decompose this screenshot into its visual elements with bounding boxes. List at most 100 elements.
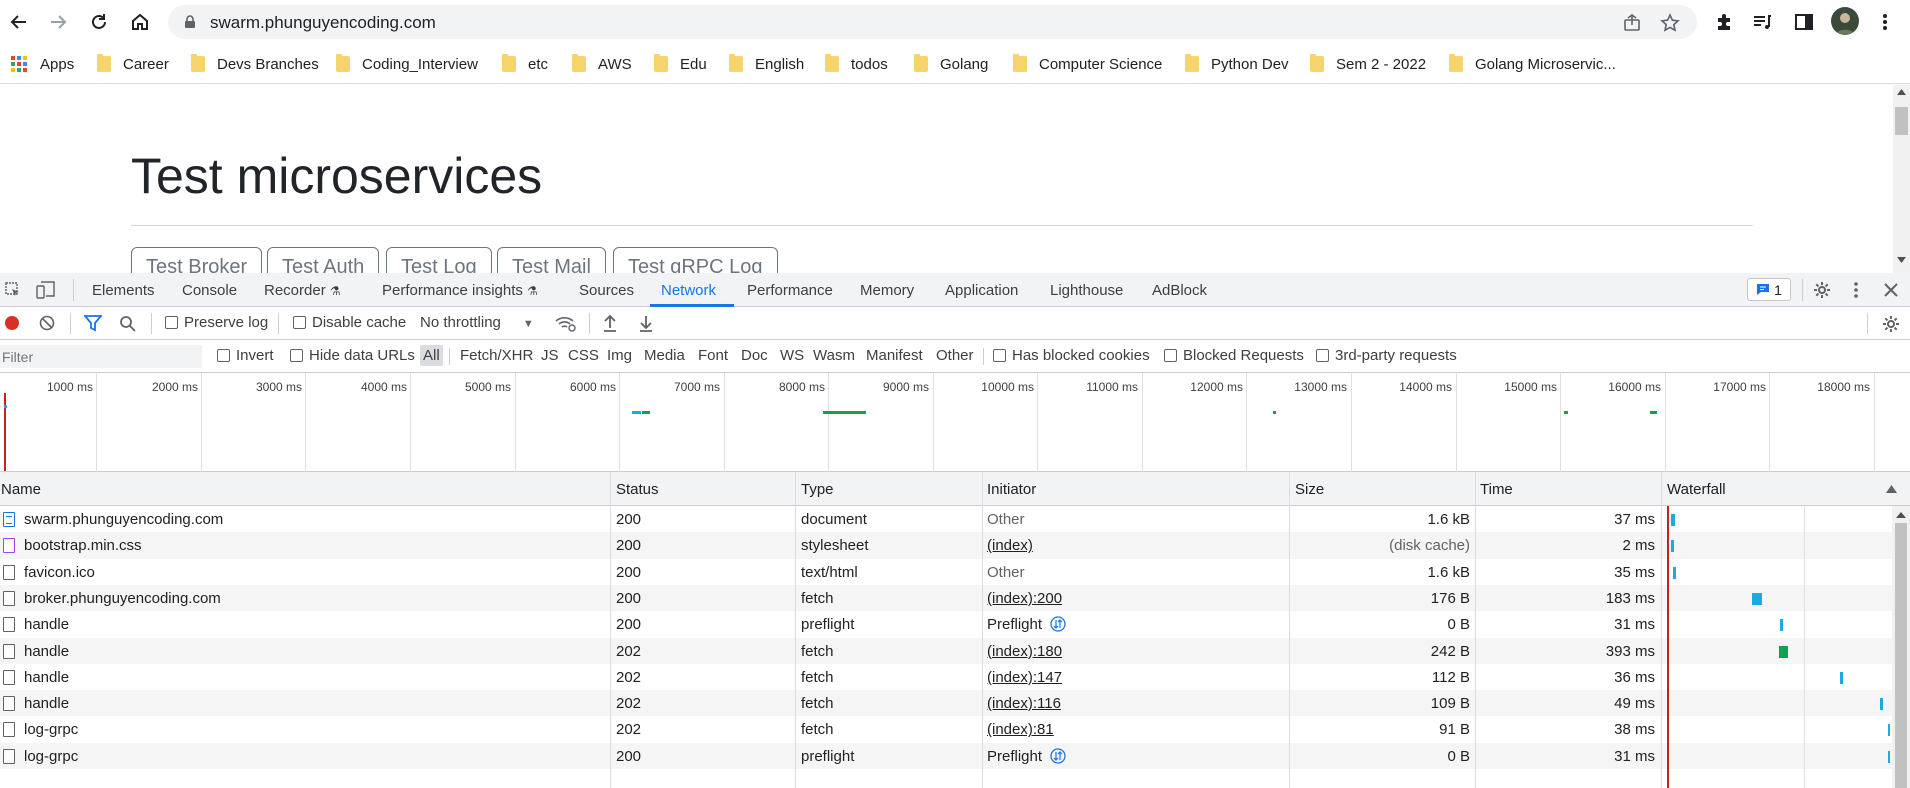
initiator-cell[interactable]: (index):116 bbox=[987, 695, 1061, 712]
table-row[interactable]: handle 202 fetch (index):116 109 B 49 ms bbox=[0, 690, 1892, 717]
network-conditions-icon[interactable] bbox=[555, 315, 577, 332]
bookmark-folder[interactable]: Python Dev bbox=[1185, 52, 1289, 76]
table-row[interactable]: handle 202 fetch (index):147 112 B 36 ms bbox=[0, 664, 1892, 690]
search-icon[interactable] bbox=[119, 315, 136, 332]
bookmark-folder[interactable]: Career bbox=[97, 52, 169, 76]
bookmark-folder[interactable]: Edu bbox=[654, 52, 707, 76]
column-divider[interactable] bbox=[610, 472, 611, 788]
profile-avatar[interactable] bbox=[1831, 7, 1859, 35]
tab-application[interactable]: Application bbox=[945, 282, 1018, 299]
tab-console[interactable]: Console bbox=[182, 282, 237, 299]
export-har-icon[interactable] bbox=[638, 314, 654, 332]
name-cell[interactable]: favicon.ico bbox=[24, 564, 95, 581]
bookmark-folder[interactable]: Golang Microservic... bbox=[1449, 52, 1616, 76]
network-settings-gear-icon[interactable] bbox=[1882, 315, 1900, 333]
test-grpc-log-button[interactable]: Test gRPC Log bbox=[613, 247, 778, 273]
tab-sources[interactable]: Sources bbox=[579, 282, 634, 299]
hide-data-urls-checkbox[interactable]: Hide data URLs bbox=[290, 347, 415, 364]
clear-icon[interactable] bbox=[39, 315, 55, 331]
name-cell[interactable]: log-grpc bbox=[24, 748, 78, 765]
preflight-icon[interactable] bbox=[1050, 616, 1066, 632]
column-header-time[interactable]: Time bbox=[1480, 481, 1513, 498]
bookmark-folder[interactable]: Coding_Interview bbox=[336, 52, 478, 76]
filter-type-img[interactable]: Img bbox=[607, 347, 632, 364]
scrollbar-thumb[interactable] bbox=[1895, 523, 1907, 788]
bookmark-apps[interactable]: Apps bbox=[10, 52, 74, 76]
column-header-name[interactable]: Name bbox=[1, 481, 41, 498]
initiator-cell[interactable]: (index) bbox=[987, 537, 1033, 554]
name-cell[interactable]: handle bbox=[24, 695, 69, 712]
tab-elements[interactable]: Elements bbox=[92, 282, 155, 299]
bookmark-folder[interactable]: Sem 2 - 2022 bbox=[1310, 52, 1426, 76]
column-header-initiator[interactable]: Initiator bbox=[987, 481, 1036, 498]
initiator-cell[interactable]: (index):180 bbox=[987, 643, 1062, 660]
name-cell[interactable]: handle bbox=[24, 643, 69, 660]
name-cell[interactable]: handle bbox=[24, 669, 69, 686]
filter-type-all[interactable]: All bbox=[420, 345, 443, 366]
issues-badge[interactable]: 1 bbox=[1747, 278, 1791, 301]
name-cell[interactable]: broker.phunguyencoding.com bbox=[24, 590, 221, 607]
back-button[interactable] bbox=[6, 7, 32, 37]
device-toolbar-icon[interactable] bbox=[36, 281, 56, 299]
tab-recorder[interactable]: Recorder ⚗ bbox=[264, 282, 341, 299]
preserve-log-checkbox[interactable]: Preserve log bbox=[165, 314, 268, 331]
tab-network[interactable]: Network bbox=[661, 282, 716, 299]
table-row[interactable]: log-grpc 202 fetch (index):81 91 B 38 ms bbox=[0, 716, 1892, 742]
name-cell[interactable]: swarm.phunguyencoding.com bbox=[24, 511, 223, 528]
address-bar[interactable]: swarm.phunguyencoding.com bbox=[168, 5, 1697, 39]
scroll-up-icon[interactable] bbox=[1897, 89, 1906, 95]
table-row[interactable]: handle 202 fetch (index):180 242 B 393 ms bbox=[0, 637, 1892, 664]
network-overview-timeline[interactable]: 1000 ms 2000 ms 3000 ms 4000 ms 5000 ms … bbox=[0, 373, 1910, 472]
settings-gear-icon[interactable] bbox=[1813, 281, 1831, 299]
filter-type-css[interactable]: CSS bbox=[568, 347, 599, 364]
test-auth-button[interactable]: Test Auth bbox=[267, 247, 380, 273]
record-icon[interactable] bbox=[4, 315, 20, 331]
filter-type-js[interactable]: JS bbox=[541, 347, 559, 364]
tab-adblock[interactable]: AdBlock bbox=[1152, 282, 1207, 299]
home-button[interactable] bbox=[127, 7, 153, 37]
bookmark-folder[interactable]: Computer Science bbox=[1013, 52, 1162, 76]
name-cell[interactable]: bootstrap.min.css bbox=[24, 537, 142, 554]
bookmark-folder[interactable]: AWS bbox=[572, 52, 632, 76]
table-row[interactable]: log-grpc 200 preflight Preflight 0 B 31 ms bbox=[0, 742, 1892, 769]
sort-ascending-icon[interactable] bbox=[1886, 485, 1897, 493]
has-blocked-cookies-checkbox[interactable]: Has blocked cookies bbox=[993, 347, 1150, 364]
column-header-status[interactable]: Status bbox=[616, 481, 659, 498]
tab-memory[interactable]: Memory bbox=[860, 282, 914, 299]
bookmark-folder[interactable]: Golang bbox=[914, 52, 988, 76]
name-cell[interactable]: log-grpc bbox=[24, 721, 78, 738]
star-icon[interactable] bbox=[1660, 13, 1680, 33]
column-header-type[interactable]: Type bbox=[801, 481, 834, 498]
disable-cache-checkbox[interactable]: Disable cache bbox=[293, 314, 406, 331]
table-row[interactable]: bootstrap.min.css 200 stylesheet (index) (di… bbox=[0, 532, 1892, 559]
import-har-icon[interactable] bbox=[602, 314, 618, 332]
filter-type-font[interactable]: Font bbox=[698, 347, 728, 364]
column-divider[interactable] bbox=[982, 472, 983, 788]
table-row[interactable]: handle 200 preflight Preflight 0 B 31 ms bbox=[0, 611, 1892, 637]
column-divider[interactable] bbox=[1289, 472, 1290, 788]
extensions-button[interactable] bbox=[1711, 9, 1737, 35]
scroll-up-icon[interactable] bbox=[1896, 512, 1906, 518]
scrollbar-thumb[interactable] bbox=[1895, 107, 1908, 135]
tab-performance[interactable]: Performance bbox=[747, 282, 833, 299]
close-icon[interactable] bbox=[1884, 283, 1898, 297]
initiator-cell[interactable]: (index):81 bbox=[987, 721, 1054, 738]
name-cell[interactable]: handle bbox=[24, 616, 69, 633]
media-control-button[interactable] bbox=[1749, 9, 1775, 35]
inspect-element-icon[interactable] bbox=[5, 282, 21, 298]
filter-type-ws[interactable]: WS bbox=[780, 347, 804, 364]
table-scrollbar[interactable] bbox=[1892, 506, 1910, 788]
tab-lighthouse[interactable]: Lighthouse bbox=[1050, 282, 1123, 299]
browser-menu-button[interactable] bbox=[1872, 9, 1898, 35]
filter-type-wasm[interactable]: Wasm bbox=[813, 347, 855, 364]
table-row[interactable]: swarm.phunguyencoding.com 200 document Othe… bbox=[0, 506, 1892, 532]
filter-type-doc[interactable]: Doc bbox=[741, 347, 768, 364]
table-row[interactable]: broker.phunguyencoding.com 200 fetch (index… bbox=[0, 584, 1892, 612]
forward-button[interactable] bbox=[45, 7, 71, 37]
throttling-select[interactable]: No throttling ▼ bbox=[420, 314, 534, 331]
column-divider[interactable] bbox=[795, 472, 796, 788]
side-panel-button[interactable] bbox=[1791, 9, 1817, 35]
blocked-requests-checkbox[interactable]: Blocked Requests bbox=[1164, 347, 1304, 364]
third-party-requests-checkbox[interactable]: 3rd-party requests bbox=[1316, 347, 1457, 364]
reload-button[interactable] bbox=[86, 7, 112, 37]
